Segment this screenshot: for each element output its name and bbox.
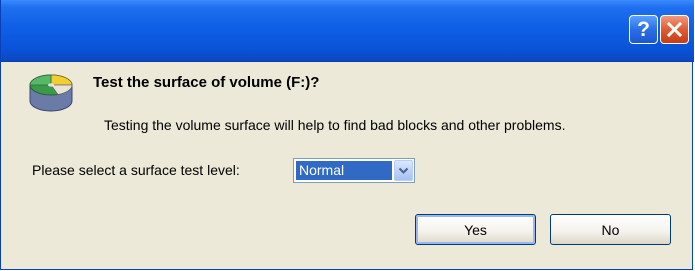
- surface-test-level-value: Normal: [296, 161, 392, 180]
- dialog-heading: Test the surface of volume (F:)?: [93, 74, 320, 91]
- dialog-body: Test the surface of volume (F:)? Testing…: [1, 62, 692, 269]
- help-icon: ?: [637, 17, 650, 41]
- close-button[interactable]: [660, 15, 689, 44]
- dialog-description: Testing the volume surface will help to …: [104, 117, 566, 133]
- disk-icon: [29, 74, 73, 112]
- no-button[interactable]: No: [550, 214, 671, 245]
- close-icon: [666, 21, 683, 38]
- title-bar[interactable]: ?: [1, 0, 694, 62]
- yes-button[interactable]: Yes: [415, 214, 536, 245]
- surface-test-level-label: Please select a surface test level:: [32, 162, 240, 178]
- dropdown-arrow-button[interactable]: [394, 160, 413, 181]
- surface-test-level-select[interactable]: Normal: [293, 158, 415, 183]
- chevron-down-icon: [398, 167, 409, 174]
- help-button[interactable]: ?: [629, 15, 658, 44]
- dialog-window: ? Test the surface of volume (F:)? Testi…: [0, 0, 694, 270]
